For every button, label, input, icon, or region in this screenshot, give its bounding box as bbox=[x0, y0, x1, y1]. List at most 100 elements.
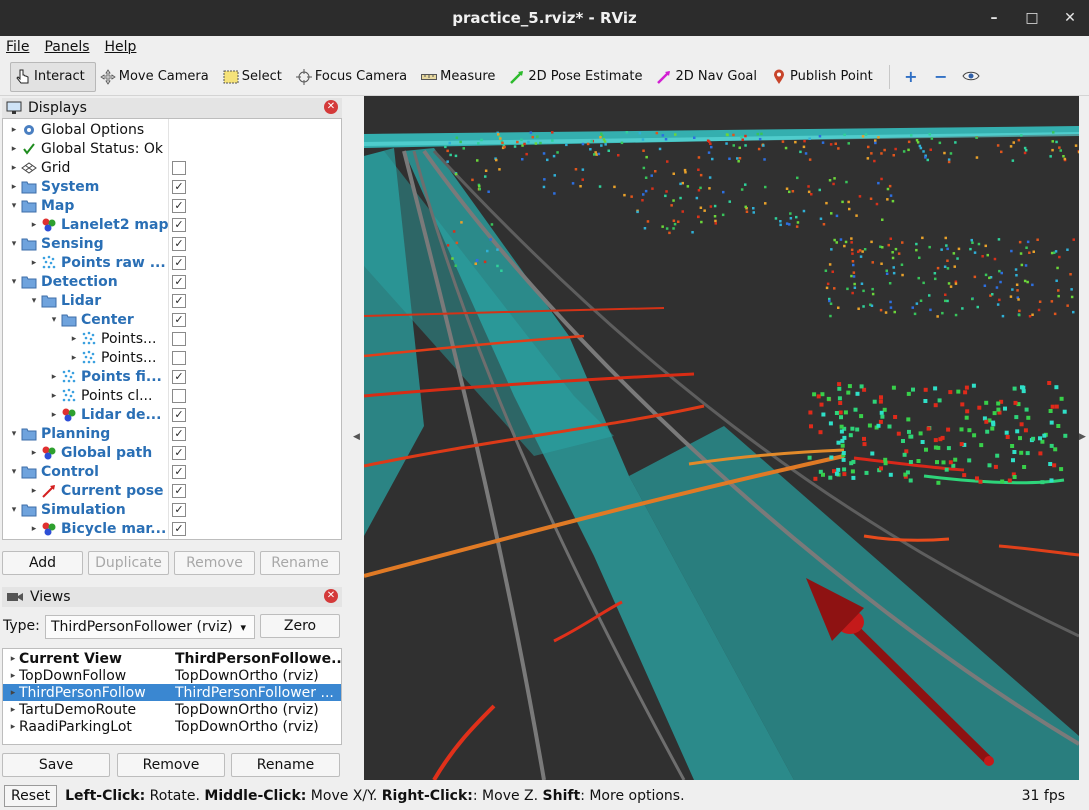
minimize-icon[interactable]: – bbox=[975, 10, 1013, 26]
reset-button[interactable]: Reset bbox=[4, 785, 58, 807]
view-row[interactable]: ▸ TartuDemoRoute TopDownOrtho (rviz) bbox=[3, 701, 341, 718]
expand-arrow-icon[interactable]: ▾ bbox=[9, 505, 19, 515]
interact-tool-button[interactable]: Interact bbox=[10, 61, 96, 92]
expand-arrow-icon[interactable]: ▾ bbox=[9, 201, 19, 211]
add-display-button[interactable]: Add bbox=[2, 551, 83, 575]
select-tool-button[interactable]: Select bbox=[219, 62, 292, 92]
display-enabled-checkbox[interactable]: ✓ bbox=[172, 198, 186, 213]
collapse-right-icon[interactable]: ▶ bbox=[1079, 432, 1086, 442]
display-enabled-checkbox[interactable] bbox=[172, 350, 186, 365]
rename-view-button[interactable]: Rename bbox=[231, 753, 340, 777]
close-window-icon[interactable]: ✕ bbox=[1051, 10, 1089, 26]
display-enabled-checkbox[interactable]: ✓ bbox=[172, 255, 186, 270]
rename-display-button[interactable]: Rename bbox=[260, 551, 340, 575]
expand-arrow-icon[interactable]: ▾ bbox=[49, 315, 59, 325]
menu-file[interactable]: File bbox=[6, 39, 29, 55]
save-view-button[interactable]: Save bbox=[2, 753, 110, 777]
display-tree-row[interactable]: ▾ Planning ✓ bbox=[3, 424, 341, 443]
display-enabled-checkbox[interactable]: ✓ bbox=[172, 312, 186, 327]
collapse-left-icon[interactable]: ◀ bbox=[353, 432, 360, 442]
display-enabled-checkbox[interactable]: ✓ bbox=[172, 179, 186, 194]
close-views-icon[interactable]: ✕ bbox=[324, 589, 338, 603]
display-enabled-checkbox[interactable] bbox=[172, 388, 186, 403]
publish-point-tool-button[interactable]: Publish Point bbox=[767, 62, 883, 92]
display-tree-row[interactable]: ▸ System ✓ bbox=[3, 177, 341, 196]
display-tree-row[interactable]: ▸ Current pose ✓ bbox=[3, 481, 341, 500]
expand-arrow-icon[interactable]: ▸ bbox=[69, 334, 79, 344]
expand-arrow-icon[interactable]: ▸ bbox=[49, 410, 59, 420]
view-type-select[interactable]: ThirdPersonFollower (rviz) ▾ bbox=[45, 615, 255, 639]
expand-arrow-icon[interactable]: ▸ bbox=[9, 163, 19, 173]
expand-arrow-icon[interactable]: ▸ bbox=[9, 182, 19, 192]
expand-arrow-icon[interactable]: ▸ bbox=[49, 372, 59, 382]
measure-tool-button[interactable]: Measure bbox=[417, 62, 505, 92]
remove-display-button[interactable]: Remove bbox=[174, 551, 255, 575]
display-tree-row[interactable]: ▸ Points fi... ✓ bbox=[3, 367, 341, 386]
expand-arrow-icon[interactable]: ▸ bbox=[7, 654, 19, 664]
menu-help[interactable]: Help bbox=[105, 39, 137, 55]
expand-arrow-icon[interactable]: ▸ bbox=[7, 688, 19, 698]
duplicate-display-button[interactable]: Duplicate bbox=[88, 551, 169, 575]
display-tree-row[interactable]: ▸ Bicycle mar... ✓ bbox=[3, 519, 341, 538]
display-tree-row[interactable]: ▾ Control ✓ bbox=[3, 462, 341, 481]
nav-goal-tool-button[interactable]: 2D Nav Goal bbox=[652, 62, 767, 92]
zero-view-button[interactable]: Zero bbox=[260, 614, 340, 638]
expand-arrow-icon[interactable]: ▸ bbox=[29, 524, 39, 534]
tool-properties-button[interactable] bbox=[956, 67, 986, 86]
display-enabled-checkbox[interactable] bbox=[172, 331, 186, 346]
display-tree-row[interactable]: ▸ Lidar de... ✓ bbox=[3, 405, 341, 424]
view-row[interactable]: ▸ Current View ThirdPersonFollowe... bbox=[3, 650, 341, 667]
expand-arrow-icon[interactable]: ▸ bbox=[7, 722, 19, 732]
display-tree-row[interactable]: ▸ Points... bbox=[3, 348, 341, 367]
display-tree-row[interactable]: ▾ Detection ✓ bbox=[3, 272, 341, 291]
display-tree-row[interactable]: ▾ Simulation ✓ bbox=[3, 500, 341, 519]
expand-arrow-icon[interactable]: ▾ bbox=[9, 277, 19, 287]
expand-arrow-icon[interactable]: ▸ bbox=[29, 220, 39, 230]
expand-arrow-icon[interactable]: ▾ bbox=[29, 296, 39, 306]
expand-arrow-icon[interactable]: ▸ bbox=[69, 353, 79, 363]
display-tree-row[interactable]: ▸ Points raw ... ✓ bbox=[3, 253, 341, 272]
expand-arrow-icon[interactable]: ▸ bbox=[29, 486, 39, 496]
display-tree-row[interactable]: ▸ Points cl... bbox=[3, 386, 341, 405]
display-enabled-checkbox[interactable]: ✓ bbox=[172, 502, 186, 517]
focus-camera-tool-button[interactable]: Focus Camera bbox=[292, 62, 417, 92]
move-camera-tool-button[interactable]: Move Camera bbox=[96, 62, 219, 92]
display-enabled-checkbox[interactable]: ✓ bbox=[172, 483, 186, 498]
expand-arrow-icon[interactable]: ▸ bbox=[29, 448, 39, 458]
display-enabled-checkbox[interactable]: ✓ bbox=[172, 445, 186, 460]
display-tree-row[interactable]: ▸ Grid bbox=[3, 158, 341, 177]
pose-estimate-tool-button[interactable]: 2D Pose Estimate bbox=[505, 62, 652, 92]
view-row[interactable]: ▸ RaadiParkingLot TopDownOrtho (rviz) bbox=[3, 718, 341, 735]
remove-tool-button[interactable]: − bbox=[926, 67, 956, 86]
display-tree-row[interactable]: ▾ Sensing ✓ bbox=[3, 234, 341, 253]
view-row[interactable]: ▸ ThirdPersonFollow ThirdPersonFollower ..… bbox=[3, 684, 341, 701]
display-enabled-checkbox[interactable]: ✓ bbox=[172, 236, 186, 251]
expand-arrow-icon[interactable]: ▸ bbox=[7, 671, 19, 681]
display-enabled-checkbox[interactable]: ✓ bbox=[172, 521, 186, 536]
render-viewport[interactable] bbox=[364, 96, 1079, 780]
expand-arrow-icon[interactable]: ▾ bbox=[9, 429, 19, 439]
maximize-icon[interactable]: □ bbox=[1013, 10, 1051, 26]
display-tree-row[interactable]: ▾ Lidar ✓ bbox=[3, 291, 341, 310]
expand-arrow-icon[interactable]: ▸ bbox=[7, 705, 19, 715]
display-tree-row[interactable]: ▸ Global Status: Ok bbox=[3, 139, 341, 158]
display-enabled-checkbox[interactable] bbox=[172, 160, 186, 175]
display-enabled-checkbox[interactable]: ✓ bbox=[172, 407, 186, 422]
display-enabled-checkbox[interactable]: ✓ bbox=[172, 464, 186, 479]
display-enabled-checkbox[interactable]: ✓ bbox=[172, 426, 186, 441]
display-tree-row[interactable]: ▸ Global Options bbox=[3, 120, 341, 139]
display-tree-row[interactable]: ▸ Global path ✓ bbox=[3, 443, 341, 462]
display-enabled-checkbox[interactable]: ✓ bbox=[172, 217, 186, 232]
display-tree-row[interactable]: ▸ Points... bbox=[3, 329, 341, 348]
expand-arrow-icon[interactable]: ▸ bbox=[49, 391, 59, 401]
expand-arrow-icon[interactable]: ▾ bbox=[9, 467, 19, 477]
display-enabled-checkbox[interactable]: ✓ bbox=[172, 369, 186, 384]
menu-panels[interactable]: Panels bbox=[44, 39, 89, 55]
view-row[interactable]: ▸ TopDownFollow TopDownOrtho (rviz) bbox=[3, 667, 341, 684]
display-tree-row[interactable]: ▸ Lanelet2 map ✓ bbox=[3, 215, 341, 234]
expand-arrow-icon[interactable]: ▸ bbox=[9, 144, 19, 154]
close-displays-icon[interactable]: ✕ bbox=[324, 100, 338, 114]
expand-arrow-icon[interactable]: ▾ bbox=[9, 239, 19, 249]
display-enabled-checkbox[interactable]: ✓ bbox=[172, 293, 186, 308]
display-tree-row[interactable]: ▾ Map ✓ bbox=[3, 196, 341, 215]
